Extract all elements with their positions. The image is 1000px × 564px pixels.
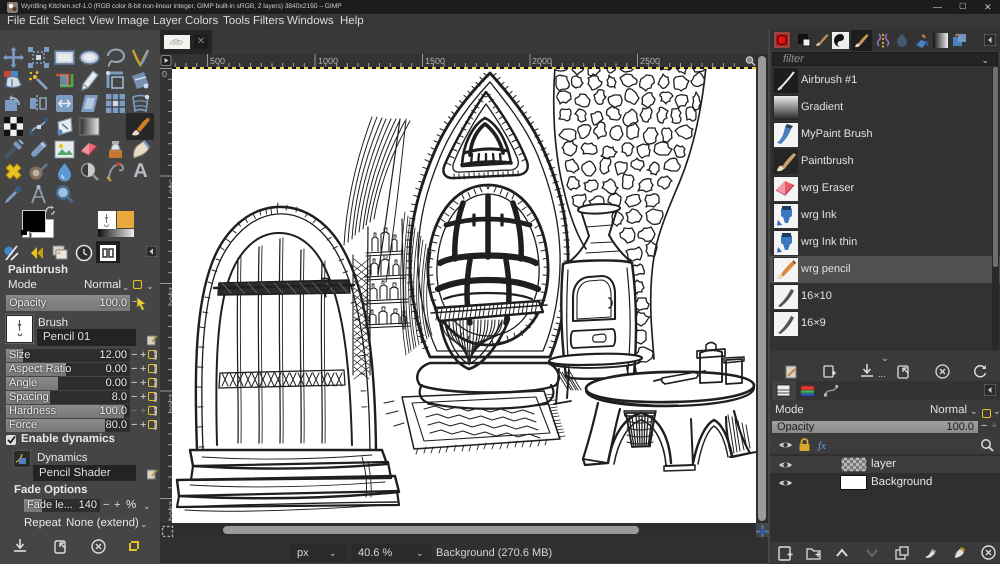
svg-text:0: 0 <box>162 69 167 79</box>
svg-text:1500: 1500 <box>425 56 445 66</box>
svg-text:2500: 2500 <box>640 56 660 66</box>
svg-text:2000: 2000 <box>532 56 552 66</box>
svg-text:500: 500 <box>210 56 225 66</box>
svg-text:fx: fx <box>818 440 826 451</box>
svg-text:1000: 1000 <box>318 56 338 66</box>
